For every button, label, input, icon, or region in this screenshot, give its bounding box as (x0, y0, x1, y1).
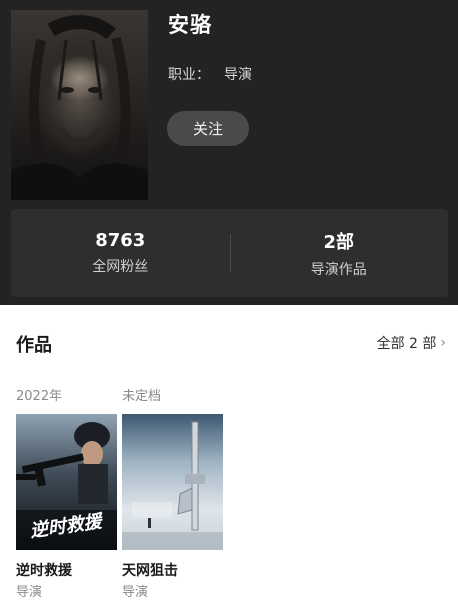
works-title: 作品 (16, 335, 52, 356)
stat-value: 8763 (95, 230, 146, 251)
stats-divider (230, 234, 231, 272)
work-title[interactable]: 天网狙击 (122, 560, 178, 580)
view-all-works[interactable]: 全部 2 部 › (377, 333, 446, 353)
follow-button[interactable]: 关注 (167, 111, 249, 146)
work-poster-2[interactable] (122, 414, 223, 550)
stats-panel: 8763 全网粉丝 2部 导演作品 (11, 209, 448, 297)
work-title[interactable]: 逆时救援 (16, 560, 72, 580)
stat-label: 全网粉丝 (92, 259, 149, 275)
avatar[interactable] (11, 10, 148, 200)
job-row: 职业： 导演 (168, 64, 252, 84)
work-role: 导演 (122, 585, 149, 600)
stat-fans[interactable]: 8763 全网粉丝 (11, 230, 230, 276)
work-poster-1[interactable]: 逆时救援 (16, 414, 117, 550)
work-role: 导演 (16, 585, 43, 600)
profile-header: 安骆 职业： 导演 关注 8763 全网粉丝 2部 导演作品 (0, 0, 458, 305)
stat-works[interactable]: 2部 导演作品 (230, 228, 449, 279)
chevron-right-icon: › (440, 335, 446, 351)
stat-value: 2部 (323, 231, 355, 253)
stat-label: 导演作品 (310, 261, 367, 278)
work-year: 未定档 (122, 389, 162, 404)
work-year: 2022年 (16, 389, 63, 404)
view-all-label: 全部 2 部 (376, 336, 437, 352)
job-value: 导演 (224, 67, 252, 83)
job-label: 职业： (168, 67, 210, 83)
profile-name: 安骆 (168, 13, 212, 37)
